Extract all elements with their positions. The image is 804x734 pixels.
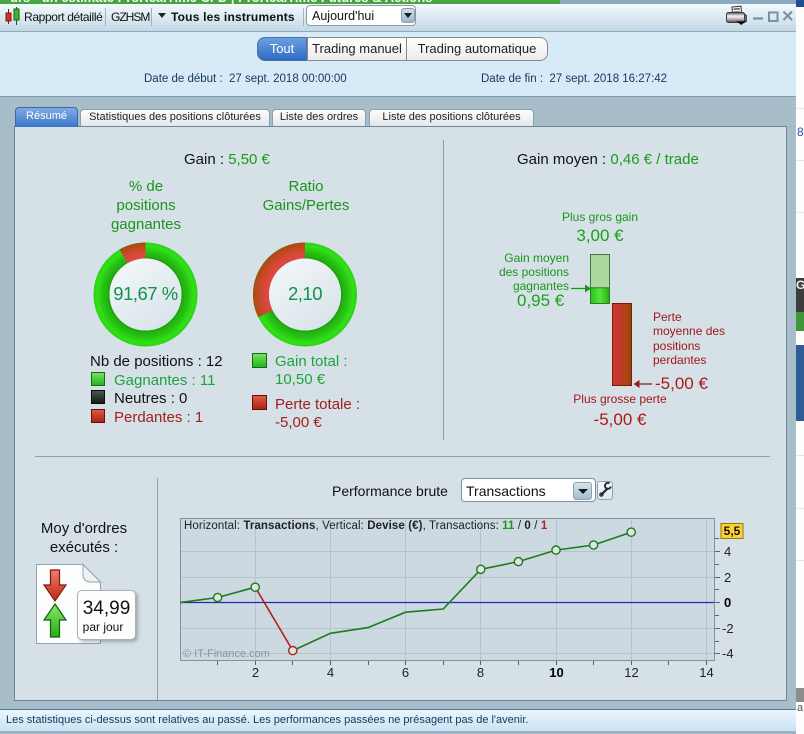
svg-text:2: 2 — [724, 570, 731, 585]
svg-text:10: 10 — [549, 665, 563, 680]
svg-text:-4: -4 — [722, 646, 734, 661]
svg-text:4: 4 — [724, 544, 731, 559]
svg-text:0: 0 — [724, 595, 731, 610]
svg-text:14: 14 — [699, 665, 713, 680]
svg-text:5,5: 5,5 — [724, 524, 741, 538]
svg-text:4: 4 — [327, 665, 334, 680]
svg-text:12: 12 — [624, 665, 638, 680]
svg-text:-2: -2 — [722, 621, 734, 636]
svg-text:2: 2 — [252, 665, 259, 680]
svg-text:8: 8 — [477, 665, 484, 680]
svg-text:6: 6 — [402, 665, 409, 680]
